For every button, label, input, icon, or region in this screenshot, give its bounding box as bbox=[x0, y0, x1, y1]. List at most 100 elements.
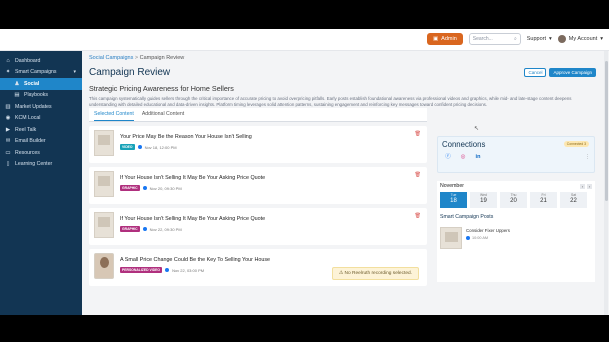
top-bar: ▣ Admin Search... ⌕ Support ▾ My Account… bbox=[0, 29, 609, 51]
post-card[interactable]: Your Price May Be the Reason Your House … bbox=[89, 126, 427, 163]
connections-badge: Connected 3 bbox=[563, 141, 589, 147]
sidebar-item-label: Email Builder bbox=[15, 138, 46, 145]
post-thumbnail bbox=[94, 130, 114, 156]
post-time: 10:00 AM bbox=[472, 236, 489, 240]
post-title: If Your House Isn't Selling It May Be Yo… bbox=[120, 175, 266, 181]
mail-icon: ✉ bbox=[5, 138, 11, 145]
approve-campaign-button[interactable]: Approve Campaign bbox=[549, 68, 596, 77]
post-card[interactable]: If Your House Isn't Selling It May Be Yo… bbox=[89, 208, 427, 245]
campaign-title: Strategic Pricing Awareness for Home Sel… bbox=[89, 84, 234, 93]
day-number: 21 bbox=[540, 198, 547, 204]
page-actions: Cancel Approve Campaign bbox=[524, 68, 596, 77]
delete-icon[interactable]: 🗑 bbox=[415, 131, 421, 137]
content-panel: Selected Content Additional Content Your… bbox=[89, 108, 427, 286]
calendar-day[interactable]: Fri 21 bbox=[530, 192, 557, 208]
day-number: 20 bbox=[510, 198, 517, 204]
day-of-week: Sat bbox=[570, 193, 577, 197]
connections-card: Connections Connected 3 ⓕ ◎ in ⋮ bbox=[437, 136, 595, 173]
post-type-badge: GRAPHIC bbox=[120, 185, 140, 191]
calendar-day[interactable]: Wed 19 bbox=[470, 192, 497, 208]
post-title: A Small Price Change Could Be the Key To… bbox=[120, 257, 271, 263]
more-options-icon[interactable]: ⋮ bbox=[585, 155, 590, 160]
sidebar-item-reel-talk[interactable]: ▶ Reel Talk bbox=[0, 124, 82, 136]
post-title: If Your House Isn't Selling It May Be Yo… bbox=[120, 216, 266, 222]
sidebar-item-learning-center[interactable]: ▯ Learning Center bbox=[0, 159, 82, 171]
calendar-day[interactable]: Tue 18 bbox=[440, 192, 467, 208]
breadcrumb-separator: > bbox=[134, 55, 139, 61]
account-label: My Account bbox=[568, 36, 598, 42]
account-menu[interactable]: My Account ▾ bbox=[557, 35, 603, 43]
campaign-description: This campaign systematically guides sell… bbox=[89, 96, 572, 107]
social-icons: ⓕ ◎ in bbox=[442, 154, 590, 160]
smart-campaign-post-item[interactable]: Consider Fixer Uppers 10:00 AM bbox=[440, 227, 592, 249]
calendar-day[interactable]: Sat 22 bbox=[560, 192, 587, 208]
mouse-cursor-icon: ↖ bbox=[474, 126, 480, 132]
post-title: Consider Fixer Uppers bbox=[466, 228, 510, 233]
instagram-icon[interactable]: ◎ bbox=[460, 154, 466, 160]
post-thumbnail bbox=[94, 212, 114, 238]
search-placeholder: Search... bbox=[472, 36, 493, 42]
chevron-down-icon: ▾ bbox=[600, 36, 603, 42]
pin-icon: ◉ bbox=[5, 115, 11, 122]
delete-icon[interactable]: 🗑 bbox=[415, 213, 421, 219]
calendar-nav: ‹ › bbox=[580, 183, 592, 189]
sidebar-item-label: KCM Local bbox=[15, 115, 41, 122]
smart-campaign-posts-title: Smart Campaign Posts bbox=[440, 214, 494, 220]
calendar-card: November ‹ › Tue 18 Wed 19 Thu 20 Fri 21… bbox=[437, 181, 595, 282]
post-card[interactable]: If Your House Isn't Selling It May Be Yo… bbox=[89, 167, 427, 204]
sidebar-item-email-builder[interactable]: ✉ Email Builder bbox=[0, 136, 82, 148]
sidebar-item-kcm-local[interactable]: ◉ KCM Local bbox=[0, 113, 82, 125]
title-row: Campaign Review Cancel Approve Campaign bbox=[89, 67, 596, 78]
post-date: Nov 20, 09:30 PM bbox=[149, 185, 182, 191]
chevron-right-icon[interactable]: › bbox=[587, 183, 592, 189]
linkedin-icon[interactable]: in bbox=[475, 154, 481, 160]
day-of-week: Tue bbox=[450, 193, 457, 197]
cancel-button[interactable]: Cancel bbox=[524, 68, 547, 77]
sidebar-item-social[interactable]: ♟ Social bbox=[0, 78, 82, 90]
breadcrumb-parent[interactable]: Social Campaigns bbox=[89, 55, 133, 61]
day-of-week: Fri bbox=[541, 193, 546, 197]
sidebar-item-label: Reel Talk bbox=[15, 126, 37, 133]
admin-label: Admin bbox=[441, 36, 457, 42]
day-number: 18 bbox=[450, 198, 457, 204]
facebook-icon bbox=[165, 268, 170, 272]
facebook-icon[interactable]: ⓕ bbox=[445, 154, 451, 160]
chevron-down-icon: ▾ bbox=[549, 36, 552, 42]
admin-button[interactable]: ▣ Admin bbox=[426, 33, 463, 45]
post-date: Nov 22, 09:30 PM bbox=[149, 226, 182, 232]
avatar bbox=[557, 35, 566, 43]
post-date: Nov 22, 03:00 PM bbox=[172, 267, 205, 273]
facebook-icon bbox=[142, 227, 147, 231]
sidebar-item-label: Playbooks bbox=[24, 92, 48, 99]
support-menu[interactable]: Support ▾ bbox=[527, 36, 552, 42]
tab-additional-content[interactable]: Additional Content bbox=[142, 111, 184, 121]
post-title: Your Price May Be the Reason Your House … bbox=[120, 134, 252, 140]
day-number: 22 bbox=[570, 198, 577, 204]
search-input[interactable]: Search... ⌕ bbox=[468, 33, 521, 45]
sidebar-item-dashboard[interactable]: ⌂ Dashboard bbox=[0, 55, 82, 67]
scrollbar-thumb[interactable] bbox=[604, 61, 608, 201]
post-card[interactable]: A Small Price Change Could Be the Key To… bbox=[89, 249, 427, 286]
sidebar-item-market-updates[interactable]: ▥ Market Updates bbox=[0, 101, 82, 113]
post-type-badge: PERSONALIZED VIDEO bbox=[120, 267, 163, 273]
support-label: Support bbox=[526, 36, 547, 42]
vertical-scrollbar[interactable] bbox=[604, 51, 608, 315]
post-thumbnail bbox=[94, 171, 114, 197]
sidebar-item-label: Learning Center bbox=[15, 161, 53, 168]
tab-selected-content[interactable]: Selected Content bbox=[94, 111, 134, 121]
calendar-day[interactable]: Thu 20 bbox=[500, 192, 527, 208]
post-type-badge: VIDEO bbox=[120, 144, 135, 150]
chevron-down-icon: ▾ bbox=[73, 69, 76, 76]
chevron-left-icon[interactable]: ‹ bbox=[580, 183, 585, 189]
sidebar-item-playbooks[interactable]: ▤ Playbooks bbox=[0, 90, 82, 102]
page-title: Campaign Review bbox=[89, 67, 171, 78]
day-of-week: Wed bbox=[480, 193, 487, 197]
sidebar-item-label: Social bbox=[24, 80, 40, 87]
book-icon: ▯ bbox=[6, 161, 10, 168]
delete-icon[interactable]: 🗑 bbox=[415, 172, 421, 178]
sidebar-item-resources[interactable]: ▭ Resources bbox=[0, 147, 82, 159]
post-meta: GRAPHIC Nov 22, 09:30 PM bbox=[120, 226, 423, 232]
app-window: KEEPING CURRENT MATTERS ⌂ Dashboard ✦ Sm… bbox=[0, 29, 609, 315]
sidebar-item-smart-campaigns[interactable]: ✦ Smart Campaigns ▾ bbox=[0, 67, 82, 79]
megaphone-icon: ✦ bbox=[5, 69, 11, 76]
